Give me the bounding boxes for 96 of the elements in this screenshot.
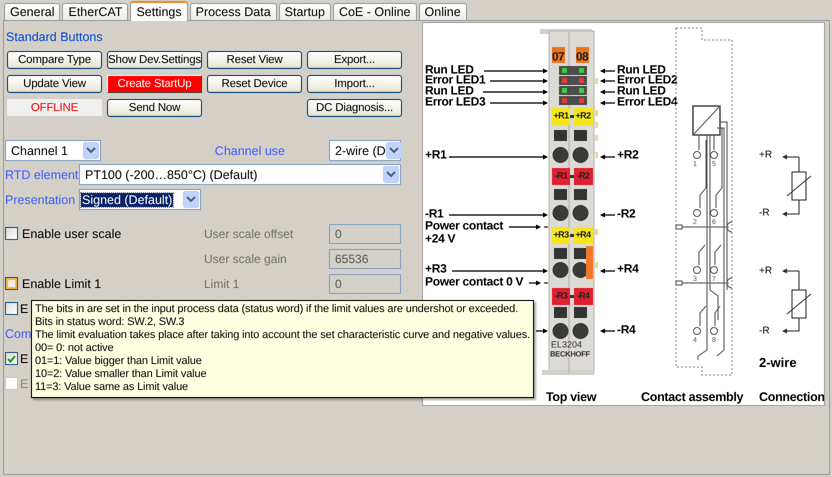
section-heading: Com [5, 326, 32, 340]
model-label: EL3204 [551, 340, 582, 350]
leader-line [600, 68, 615, 74]
caret-icon [383, 166, 399, 183]
field-label: Limit 1 [204, 276, 240, 290]
dropdown[interactable]: Signed (Default) [79, 189, 201, 210]
terminal-marking: +R3 [554, 230, 568, 240]
tab[interactable]: CoE - Online [332, 3, 417, 20]
tab[interactable]: Settings [130, 1, 188, 21]
button[interactable]: Reset View [207, 51, 302, 69]
callout-label: +R2 [617, 147, 638, 162]
tab[interactable]: General [4, 3, 60, 20]
callout-label: +R1 [425, 147, 446, 162]
leader-line [536, 328, 548, 334]
checkbox-label: E [20, 302, 28, 316]
group-title: Standard Buttons [6, 30, 103, 44]
terminal-marking: +R1 [554, 110, 568, 121]
leader-line [490, 100, 548, 106]
tooltip-text: The bits in are set in the input process data (status word) if the limit values are undershot or exceeded. [35, 303, 518, 316]
button[interactable]: Export... [307, 51, 402, 69]
button[interactable]: DC Diagnosis... [307, 99, 402, 117]
caret-icon [386, 142, 402, 159]
checkbox[interactable] [5, 227, 18, 240]
leader-line [529, 280, 541, 286]
tab[interactable]: Online [418, 3, 467, 20]
caption: Connection [759, 390, 824, 404]
callout-label: Power contact [425, 218, 504, 232]
terminal-marking: -R4 [576, 290, 590, 301]
tooltip-text: 00= 0: not active [35, 342, 114, 355]
leader-line [490, 78, 548, 84]
checkbox[interactable] [5, 352, 18, 365]
button[interactable]: Update View [7, 75, 102, 93]
terminal-marking: 08 [576, 49, 588, 64]
field-label: RTD element [5, 168, 79, 182]
tooltip-text: The limit evaluation takes place after taking into account the set characteristic curve and negative values. [35, 329, 530, 342]
leader-line [509, 224, 541, 230]
leader-line [484, 68, 548, 74]
terminal-marking: -R1 [554, 170, 568, 181]
field-label: Presentation [5, 192, 76, 206]
field-label: User scale gain [204, 252, 288, 266]
field-label: User scale offset [204, 226, 294, 240]
caption: Contact assembly [641, 390, 744, 404]
field-label: Channel use [214, 144, 285, 158]
checkbox[interactable] [5, 302, 18, 315]
wiring-label: 2-wire [759, 355, 797, 370]
callout-label: -R4 [617, 322, 636, 336]
leader-line [600, 100, 615, 106]
terminal-marking: 07 [552, 49, 564, 64]
tooltip-text: Bits in status word: SW.2, SW.3 [35, 316, 184, 329]
checkbox-label: E [20, 352, 28, 366]
button[interactable]: Reset Device [207, 75, 302, 93]
button[interactable]: Import... [307, 75, 402, 93]
create-startup-button[interactable]: Create StartUp [107, 75, 202, 93]
resistor-drawing [782, 154, 812, 216]
leader-line [600, 268, 615, 274]
terminal-marking: +R2 [576, 110, 590, 121]
terminal-label: -R [759, 208, 770, 219]
caret-icon [183, 191, 199, 208]
resistor-drawing [782, 268, 812, 334]
checkbox-label: Enable user scale [22, 226, 122, 240]
tab[interactable]: Startup [278, 3, 331, 20]
dropdown[interactable]: 2-wire (D [329, 140, 401, 161]
callout-label: Power contact 0 V [425, 274, 524, 288]
caret-icon [83, 142, 99, 159]
status-label: OFFLINE [7, 99, 102, 116]
dropdown[interactable]: PT100 (-200…850°C) (Default) [79, 164, 401, 185]
leader-line [600, 90, 615, 94]
leader-line [600, 154, 615, 160]
button[interactable]: Compare Type [7, 51, 102, 69]
tooltip-text: 01=1: Value bigger than Limit value [35, 355, 202, 368]
callout-label: +R3 [425, 261, 446, 276]
terminal-label: -R [759, 326, 770, 337]
leader-line [483, 90, 548, 94]
leader-line [600, 212, 615, 218]
callout-label: -R1 [425, 206, 444, 220]
button[interactable]: Show Dev.Settings [107, 51, 202, 69]
callout-label: +24 V [425, 231, 456, 246]
leader-line [600, 328, 615, 334]
terminal-label: +R [759, 266, 772, 277]
tab[interactable]: EtherCAT [62, 3, 128, 20]
tooltip-text: 10=2: Value smaller than Limit value [35, 368, 206, 381]
tab[interactable]: Process Data [190, 3, 277, 20]
terminal-marking: -R3 [554, 290, 568, 301]
checkbox-label: Enable Limit 1 [22, 276, 102, 290]
dropdown[interactable]: Channel 1 [5, 140, 101, 161]
callout-label: -R2 [617, 206, 636, 220]
leader-line [600, 78, 615, 84]
button[interactable]: Send Now [107, 99, 202, 117]
terminal-label: +R [759, 150, 772, 161]
checkbox-label: E [20, 376, 28, 390]
tooltip-text: 11=3: Value same as Limit value [35, 381, 188, 394]
callout-label: +R4 [617, 261, 638, 276]
checkbox[interactable] [5, 277, 18, 290]
terminal-marking: -R2 [576, 170, 590, 181]
terminal-marking: +R4 [576, 230, 590, 240]
caption: Top view [546, 390, 596, 404]
